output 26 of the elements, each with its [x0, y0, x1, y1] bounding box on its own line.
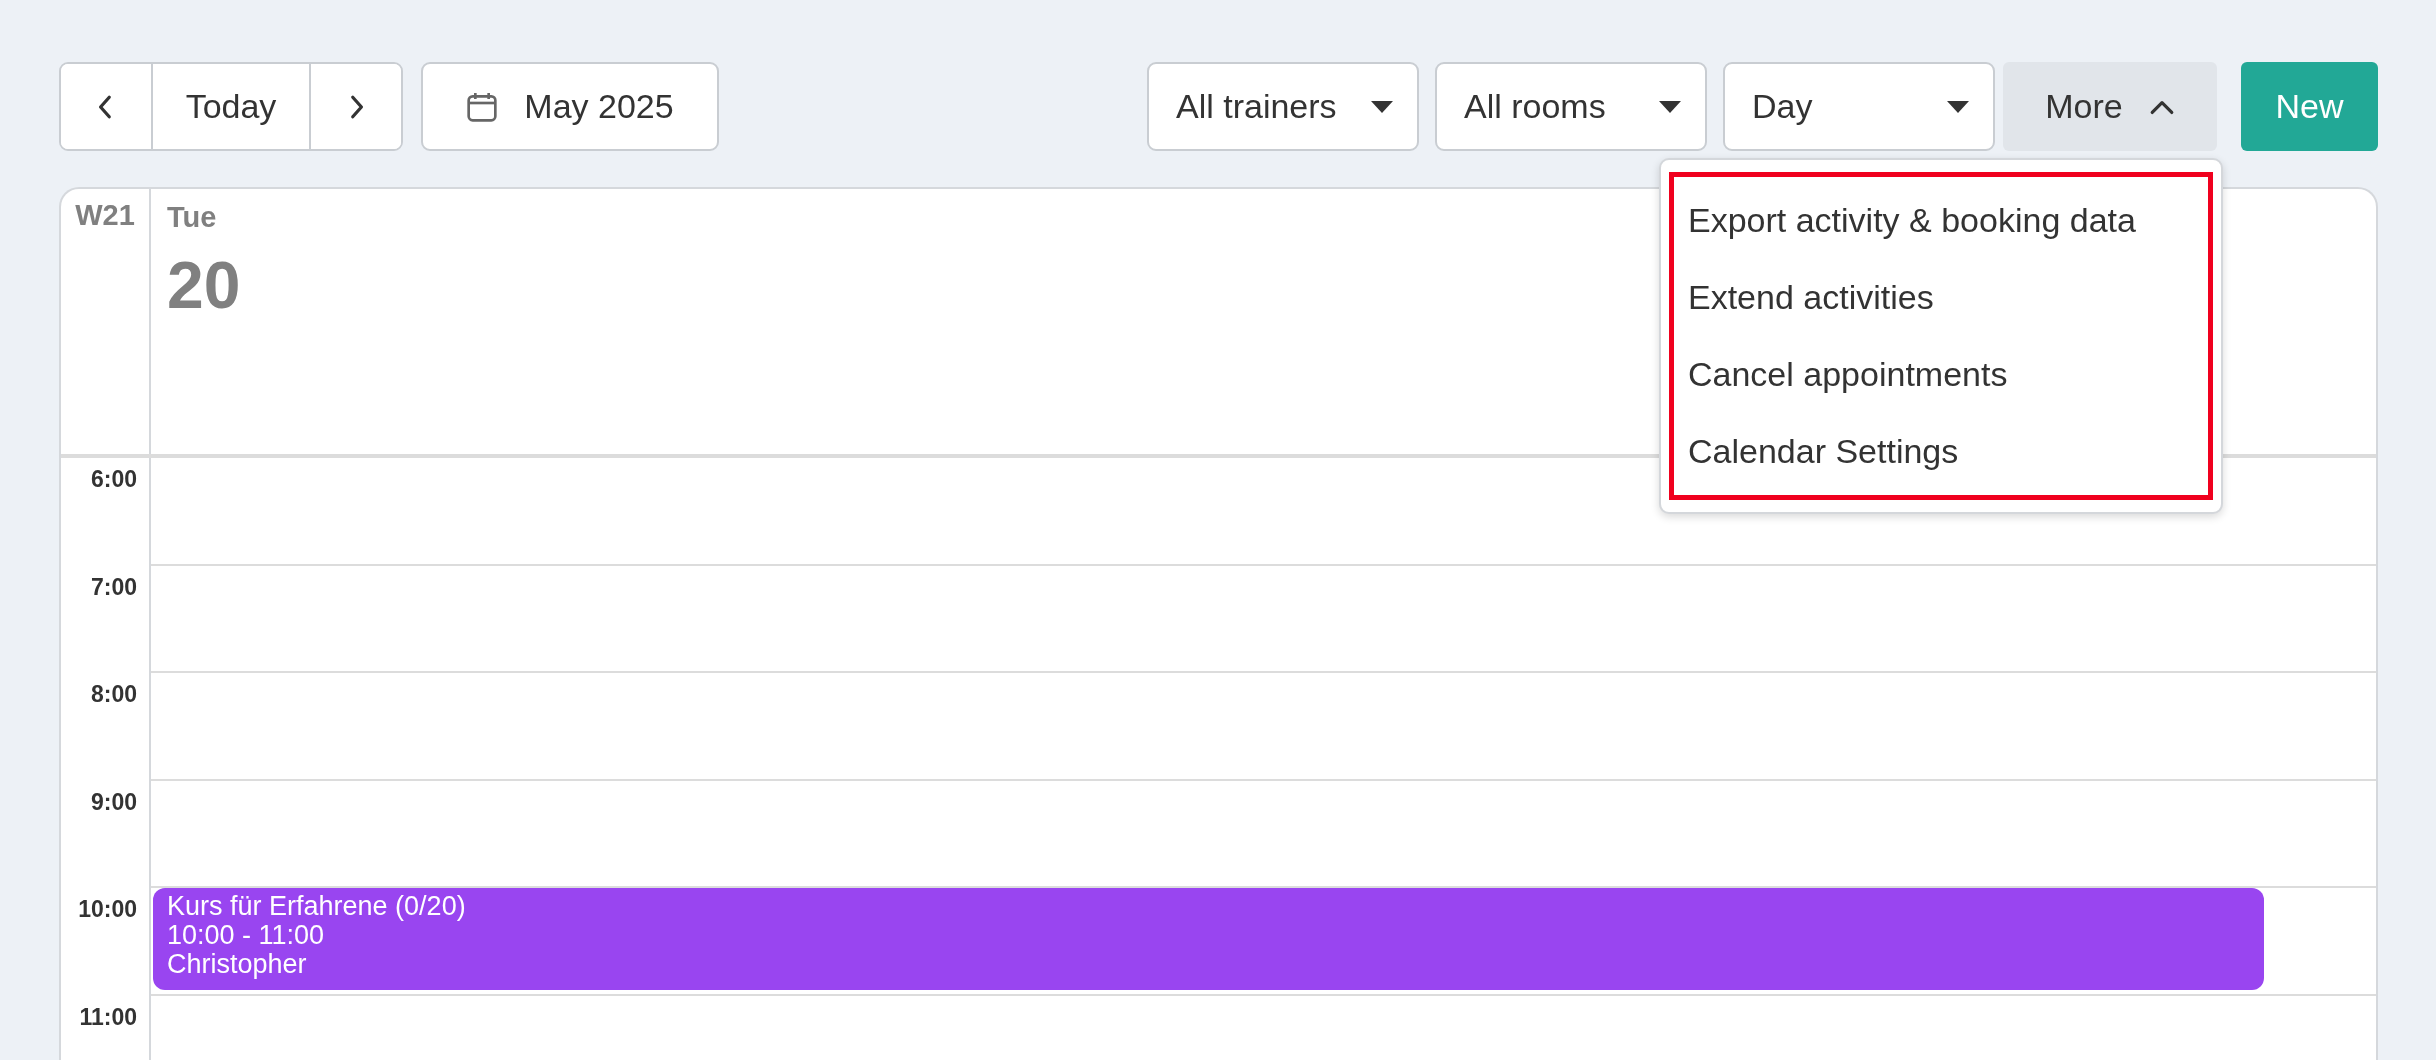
hour-label: 7:00	[90, 573, 137, 602]
hour-label: 6:00	[90, 466, 137, 494]
filter-dropdown[interactable]: All trainers	[1147, 62, 1419, 151]
today-button[interactable]: Today	[151, 64, 311, 149]
filter-dropdown[interactable]: Day	[1723, 62, 1995, 151]
menu-item[interactable]: Extend activities	[1674, 259, 2208, 336]
hour-label: 8:00	[90, 681, 137, 709]
filter-dropdown[interactable]: All rooms	[1435, 62, 1707, 151]
menu-item[interactable]: Export activity & booking data	[1674, 182, 2208, 259]
event-trainer: Christopher	[167, 950, 308, 979]
event-title: Kurs für Erfahrene (0/20)	[167, 892, 467, 921]
caret-icon	[1371, 100, 1393, 113]
hour-label: 9:00	[90, 788, 137, 817]
event-time: 10:00 - 11:00	[167, 921, 326, 950]
day-name: Tue	[167, 201, 218, 235]
day-number: 20	[167, 247, 241, 323]
month-picker-button[interactable]: May 2025	[421, 62, 719, 151]
menu-item[interactable]: Calendar Settings	[1674, 413, 2208, 490]
more-button[interactable]: More	[2003, 62, 2217, 151]
hour-label: 11:00	[79, 1003, 137, 1032]
event-block[interactable]: Kurs für Erfahrene (0/20) 10:00 - 11:00 Christopher	[153, 888, 2264, 990]
week-number: W21	[75, 199, 135, 233]
caret-icon	[1947, 100, 1969, 113]
menu-item[interactable]: Cancel appointments	[1674, 336, 2208, 413]
hour-label: 10:00	[78, 896, 137, 924]
caret-icon	[1659, 100, 1681, 113]
